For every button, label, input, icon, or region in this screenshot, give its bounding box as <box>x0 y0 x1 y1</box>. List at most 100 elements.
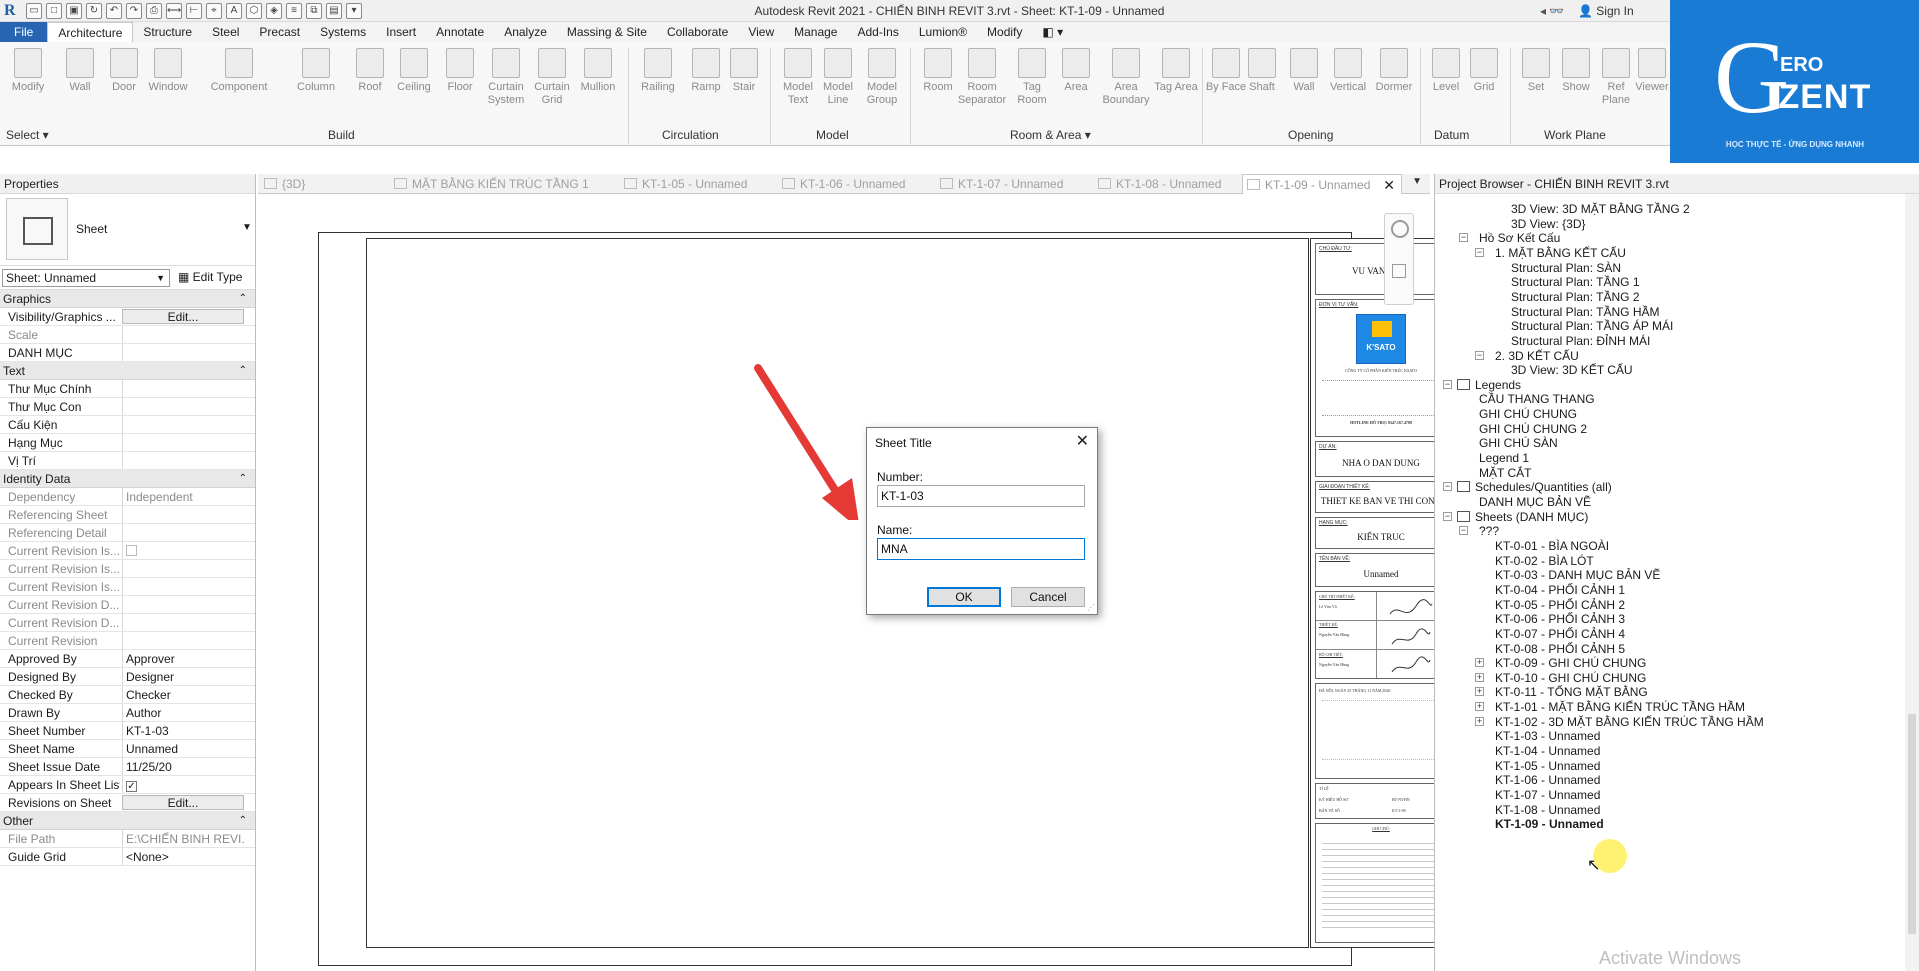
tab-view[interactable]: View <box>738 22 784 42</box>
collapse-icon[interactable]: ⌃ <box>239 812 247 830</box>
tab-architecture[interactable]: Architecture <box>47 22 134 42</box>
navigation-bar[interactable] <box>1384 213 1414 305</box>
model-text-button[interactable]: Model Text <box>776 48 820 107</box>
grid-button[interactable]: Grid <box>1462 48 1506 94</box>
tab-file[interactable]: File <box>0 22 48 42</box>
view-tab-kt-1-09[interactable]: KT-1-09 - Unnamed ✕ <box>1242 174 1402 194</box>
tab-massing-site[interactable]: Massing & Site <box>557 22 657 42</box>
column-button[interactable]: Column <box>294 48 338 94</box>
curtain-grid-button[interactable]: Curtain Grid <box>530 48 574 107</box>
property-value[interactable] <box>122 434 244 451</box>
type-selector[interactable]: Sheet ▼ <box>0 194 255 266</box>
roof-button[interactable]: Roof <box>348 48 392 94</box>
tab-annotate[interactable]: Annotate <box>426 22 494 42</box>
name-field[interactable] <box>877 538 1085 560</box>
expand-icon[interactable]: + <box>1475 672 1484 682</box>
drawing-area[interactable]: CHỦ ĐẦU TƯ: VU VAN VINH ĐƠN VỊ TƯ VẤN: K… <box>258 195 1688 971</box>
collapse-icon[interactable]: − <box>1443 482 1452 492</box>
view-tab-kt-1-06[interactable]: KT-1-06 - Unnamed <box>778 174 918 194</box>
wall-button[interactable]: Wall <box>58 48 102 94</box>
instance-selector[interactable]: Sheet: Unnamed ▼ <box>2 269 170 287</box>
zoom-icon[interactable] <box>1392 264 1406 278</box>
edit-button[interactable]: Edit... <box>122 795 244 810</box>
dormer-button[interactable]: Dormer <box>1372 48 1416 94</box>
property-value[interactable]: Author <box>122 704 244 721</box>
stair-button[interactable]: Stair <box>722 48 766 94</box>
collapse-icon[interactable]: − <box>1459 526 1468 536</box>
opening-wall-button[interactable]: Wall <box>1282 48 1326 94</box>
view-tab-kt-1-05[interactable]: KT-1-05 - Unnamed <box>620 174 760 194</box>
tab-lumion[interactable]: Lumion® <box>909 22 977 42</box>
view-tab-floor-plan[interactable]: MẶT BẰNG KIẾN TRÚC TẦNG 1 <box>390 174 590 194</box>
property-value[interactable]: Unnamed <box>122 740 244 757</box>
ceiling-button[interactable]: Ceiling <box>392 48 436 94</box>
property-value[interactable]: <None> <box>122 848 244 865</box>
view-tab-3d[interactable]: {3D} <box>260 174 360 194</box>
tab-steel[interactable]: Steel <box>202 22 249 42</box>
modify-button[interactable]: Modify <box>6 48 50 94</box>
sign-in-link[interactable]: 👤 Sign In <box>1578 4 1634 18</box>
scrollbar-thumb[interactable] <box>1908 714 1916 934</box>
steering-wheel-icon[interactable] <box>1391 220 1409 238</box>
tab-systems[interactable]: Systems <box>310 22 376 42</box>
chevron-down-icon[interactable]: ▼ <box>242 222 252 233</box>
tag-area-button[interactable]: Tag Area <box>1154 48 1198 94</box>
railing-button[interactable]: Railing <box>636 48 680 94</box>
ok-button[interactable]: OK <box>927 587 1001 607</box>
number-field[interactable] <box>877 485 1085 507</box>
collapse-icon[interactable]: − <box>1459 233 1468 243</box>
property-value[interactable]: 11/25/20 <box>122 758 244 775</box>
close-icon[interactable]: ✕ <box>1076 431 1089 451</box>
panel-room-area-label[interactable]: Room & Area ▾ <box>1010 128 1091 142</box>
collapse-icon[interactable]: − <box>1475 350 1484 360</box>
tab-collaborate[interactable]: Collaborate <box>657 22 738 42</box>
property-value[interactable] <box>122 344 244 361</box>
area-boundary-button[interactable]: Area Boundary <box>1100 48 1152 107</box>
floor-button[interactable]: Floor <box>438 48 482 94</box>
checkbox[interactable]: ✓ <box>126 781 137 792</box>
tab-modify[interactable]: Modify <box>977 22 1032 42</box>
door-button[interactable]: Door <box>102 48 146 94</box>
tabs-menu-chevron-icon[interactable]: ▼ <box>1412 176 1422 187</box>
expand-icon[interactable]: + <box>1475 702 1484 712</box>
property-value[interactable] <box>122 380 244 397</box>
tab-analyze[interactable]: Analyze <box>494 22 557 42</box>
property-group-header[interactable]: Other ⌃ <box>0 812 255 830</box>
property-value[interactable]: KT-1-03 <box>122 722 244 739</box>
mullion-button[interactable]: Mullion <box>576 48 620 94</box>
room-separator-button[interactable]: Room Separator <box>952 48 1012 107</box>
viewer-button[interactable]: Viewer <box>1630 48 1674 94</box>
property-value[interactable]: ✓ <box>122 776 244 793</box>
collapse-icon[interactable]: ⌃ <box>239 362 247 380</box>
collapse-icon[interactable]: ⌃ <box>239 470 247 488</box>
expand-icon[interactable]: + <box>1475 687 1484 697</box>
property-group-header[interactable]: Identity Data ⌃ <box>0 470 255 488</box>
collapse-icon[interactable]: − <box>1475 247 1484 257</box>
view-tab-kt-1-07[interactable]: KT-1-07 - Unnamed <box>936 174 1076 194</box>
collapse-icon[interactable]: − <box>1443 511 1452 521</box>
property-group-header[interactable]: Text ⌃ <box>0 362 255 380</box>
window-button[interactable]: Window <box>146 48 190 94</box>
panel-select-label[interactable]: Select ▾ <box>6 128 49 142</box>
expand-icon[interactable]: + <box>1475 716 1484 726</box>
property-group-header[interactable]: Graphics ⌃ <box>0 290 255 308</box>
expand-icon[interactable]: + <box>1475 658 1484 668</box>
curtain-system-button[interactable]: Curtain System <box>484 48 528 107</box>
area-button[interactable]: Area <box>1054 48 1098 94</box>
collapse-icon[interactable]: − <box>1443 379 1452 389</box>
project-browser-scrollbar[interactable] <box>1905 194 1919 971</box>
model-group-button[interactable]: Model Group <box>860 48 904 107</box>
tab-manage[interactable]: Manage <box>784 22 847 42</box>
property-value[interactable] <box>122 452 244 469</box>
cancel-button[interactable]: Cancel <box>1011 587 1085 607</box>
tab-structure[interactable]: Structure <box>133 22 202 42</box>
edit-type-button[interactable]: ▦ Edit Type <box>178 270 242 284</box>
property-value[interactable]: Designer <box>122 668 244 685</box>
binoculars-icon[interactable]: ◂ 👓 <box>1540 4 1564 18</box>
tag-room-button[interactable]: Tag Room <box>1010 48 1054 107</box>
resize-grip-icon[interactable]: ⋰ <box>1087 603 1095 612</box>
vertical-button[interactable]: Vertical <box>1326 48 1370 94</box>
model-line-button[interactable]: Model Line <box>816 48 860 107</box>
shaft-button[interactable]: Shaft <box>1240 48 1284 94</box>
tab-add-ins[interactable]: Add-Ins <box>847 22 908 42</box>
